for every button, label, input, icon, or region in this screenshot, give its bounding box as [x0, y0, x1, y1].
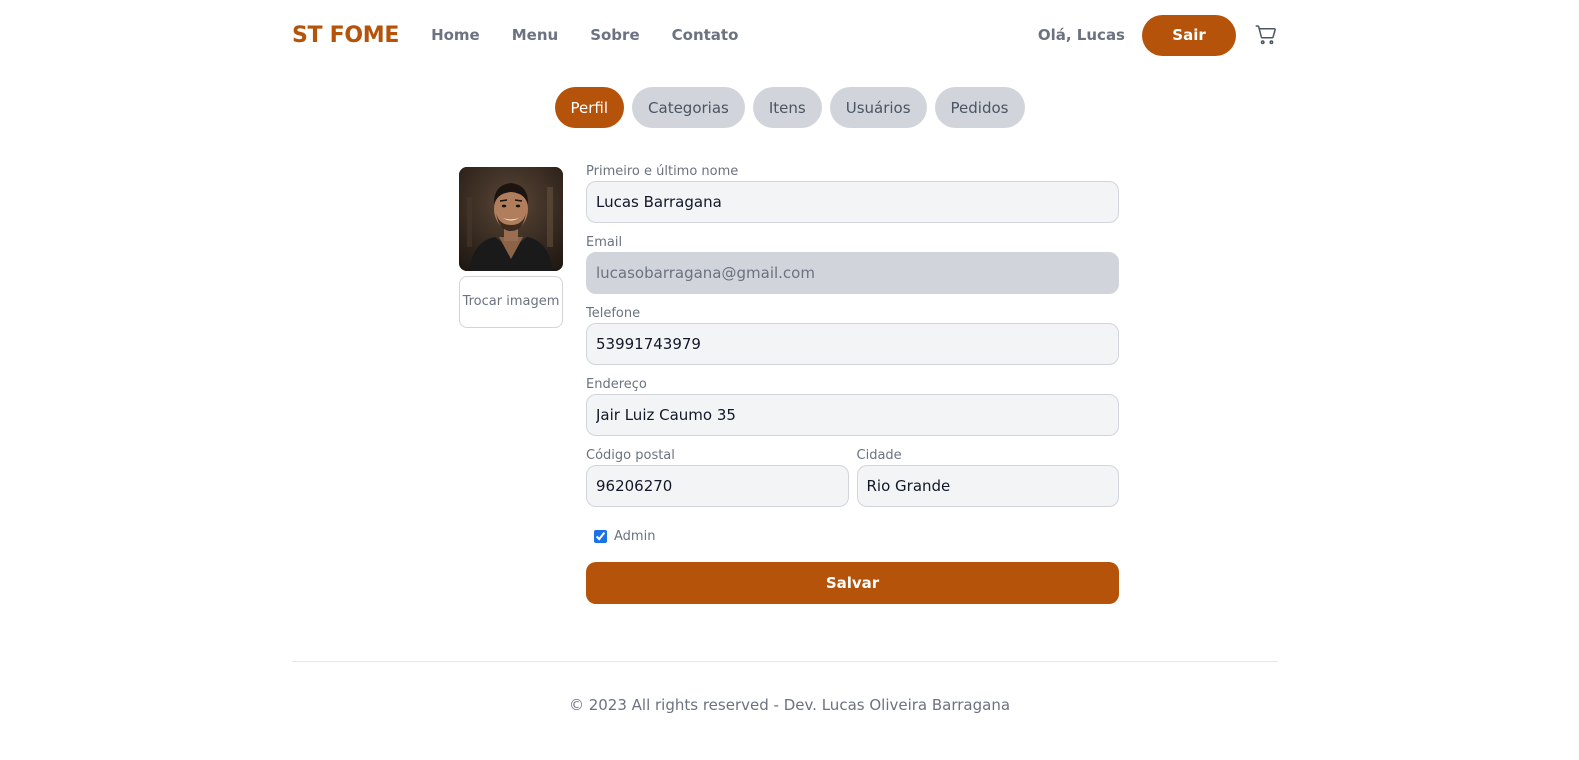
nav-link-contato[interactable]: Contato: [672, 26, 739, 44]
postal-code-label: Código postal: [586, 448, 675, 463]
phone-input[interactable]: [586, 323, 1119, 365]
tab-perfil[interactable]: Perfil: [554, 87, 625, 128]
tab-itens[interactable]: Itens: [752, 87, 822, 128]
nav-link-sobre[interactable]: Sobre: [590, 26, 639, 44]
nav-link-home[interactable]: Home: [431, 26, 480, 44]
profile-avatar: [459, 167, 563, 271]
user-greeting[interactable]: Olá, Lucas: [1038, 26, 1125, 44]
postal-code-input[interactable]: [586, 465, 849, 507]
name-group: Primeiro e último nome: [586, 163, 1119, 223]
main-nav: Home Menu Sobre Contato: [431, 26, 738, 44]
postal-group: Código postal: [586, 447, 849, 507]
profile-form: Primeiro e último nome Email Telefone En…: [586, 163, 1119, 604]
site-header: ST FOME Home Menu Sobre Contato Olá, Luc…: [292, 14, 1278, 56]
phone-group: Telefone: [586, 305, 1119, 365]
cart-icon[interactable]: [1254, 23, 1278, 47]
address-group: Endereço: [586, 376, 1119, 436]
tab-usuarios[interactable]: Usuários: [829, 87, 927, 128]
email-group: Email: [586, 234, 1119, 294]
site-footer: © 2023 All rights reserved - Dev. Lucas …: [568, 696, 1011, 714]
logout-button[interactable]: Sair: [1142, 14, 1236, 56]
city-input[interactable]: [856, 465, 1119, 507]
save-button[interactable]: Salvar: [586, 562, 1119, 604]
city-label: Cidade: [856, 448, 902, 463]
address-label: Endereço: [586, 377, 647, 392]
name-input[interactable]: [586, 181, 1119, 223]
admin-label: Admin: [614, 528, 656, 544]
admin-tabs: Perfil Categorias Itens Usuários Pedidos: [0, 87, 1579, 128]
nav-link-menu[interactable]: Menu: [512, 26, 558, 44]
address-input[interactable]: [586, 394, 1119, 436]
postal-city-row: Código postal Cidade: [586, 447, 1119, 518]
city-group: Cidade: [856, 447, 1119, 507]
avatar-column: Trocar imagem: [459, 167, 563, 328]
change-image-button[interactable]: Trocar imagem: [459, 276, 563, 328]
footer-divider: [292, 661, 1278, 662]
header-user-area: Olá, Lucas Sair: [1038, 14, 1278, 56]
site-logo[interactable]: ST FOME: [292, 23, 399, 48]
tab-categorias[interactable]: Categorias: [632, 87, 745, 128]
name-label: Primeiro e último nome: [586, 164, 739, 179]
email-input: [586, 252, 1119, 294]
phone-label: Telefone: [586, 306, 641, 321]
tab-pedidos[interactable]: Pedidos: [934, 87, 1025, 128]
admin-option[interactable]: Admin: [594, 527, 1119, 545]
admin-checkbox[interactable]: [594, 529, 607, 543]
email-label: Email: [586, 235, 623, 250]
